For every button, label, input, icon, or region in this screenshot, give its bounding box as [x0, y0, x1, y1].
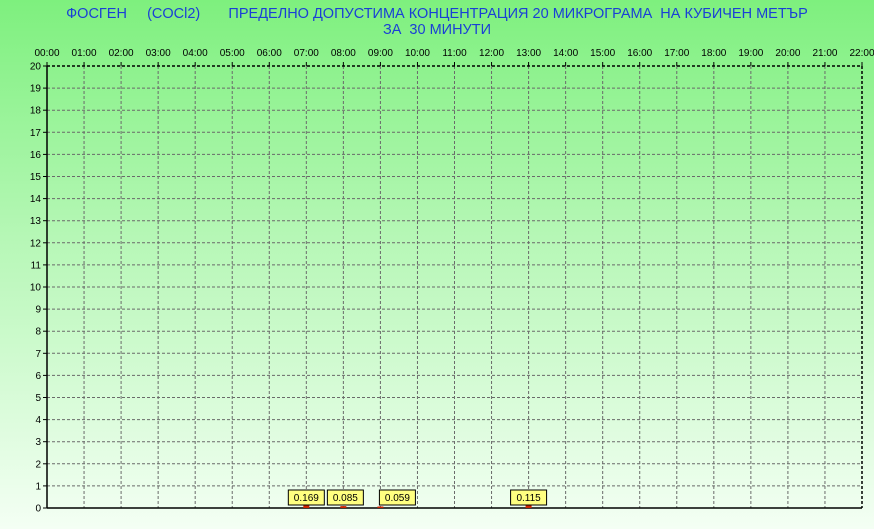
x-tick-label: 00:00 — [34, 48, 59, 59]
x-tick-label: 02:00 — [109, 48, 134, 59]
y-tick-label: 0 — [35, 504, 41, 515]
x-tick-label: 22:00 — [849, 48, 874, 59]
y-tick-label: 18 — [30, 106, 42, 117]
y-tick-label: 1 — [35, 481, 41, 492]
y-tick-label: 19 — [30, 84, 42, 95]
y-tick-label: 14 — [30, 194, 42, 205]
y-tick-label: 6 — [35, 371, 41, 382]
x-tick-label: 12:00 — [479, 48, 504, 59]
data-bar — [340, 506, 347, 508]
x-tick-label: 11:00 — [442, 48, 467, 59]
chart-page: ФОСГЕН (COCl2) ПРЕДЕЛНО ДОПУСТИМА КОНЦЕН… — [0, 0, 874, 529]
data-label: 0.059 — [385, 493, 410, 504]
y-tick-label: 11 — [31, 260, 42, 271]
y-tick-label: 3 — [35, 437, 41, 448]
x-tick-label: 08:00 — [331, 48, 356, 59]
y-tick-label: 9 — [35, 305, 41, 316]
y-tick-label: 7 — [35, 349, 41, 360]
chart-svg: 0123456789101112131415161718192000:00 01:… — [30, 48, 874, 515]
x-tick-label: 03:00 — [146, 48, 171, 59]
x-tick-label: 04:00 — [183, 48, 208, 59]
x-tick-label: 15:00 — [590, 48, 615, 59]
x-tick-label: 10:00 — [405, 48, 430, 59]
x-tick-label: 17:00 — [664, 48, 689, 59]
data-bar — [525, 505, 532, 508]
y-tick-label: 8 — [35, 327, 41, 338]
y-tick-label: 13 — [30, 216, 42, 227]
x-tick-label: 13:00 — [516, 48, 541, 59]
x-tick-label: 07:00 — [294, 48, 319, 59]
y-tick-label: 12 — [30, 238, 42, 249]
x-tick-label: 01:00 — [72, 48, 97, 59]
data-label: 0.115 — [516, 493, 541, 504]
y-tick-label: 5 — [35, 393, 41, 404]
y-tick-label: 20 — [30, 62, 42, 73]
data-bar — [377, 506, 384, 508]
y-tick-label: 4 — [35, 415, 41, 426]
x-tick-label: 09:00 — [368, 48, 393, 59]
y-tick-label: 2 — [35, 459, 41, 470]
y-tick-label: 10 — [30, 283, 42, 294]
x-tick-label: 06:00 — [257, 48, 282, 59]
x-tick-label: 05:00 — [220, 48, 245, 59]
data-label: 0.169 — [294, 493, 319, 504]
x-tick-label: 20:00 — [775, 48, 800, 59]
x-tick-label: 14:00 — [553, 48, 578, 59]
y-tick-label: 15 — [30, 172, 42, 183]
y-tick-label: 16 — [30, 150, 42, 161]
data-label: 0.085 — [333, 493, 358, 504]
x-tick-label: 18:00 — [701, 48, 726, 59]
x-tick-label: 16:00 — [627, 48, 652, 59]
x-tick-label: 21:00 — [812, 48, 837, 59]
y-tick-label: 17 — [30, 128, 42, 139]
x-tick-label: 19:00 — [738, 48, 763, 59]
